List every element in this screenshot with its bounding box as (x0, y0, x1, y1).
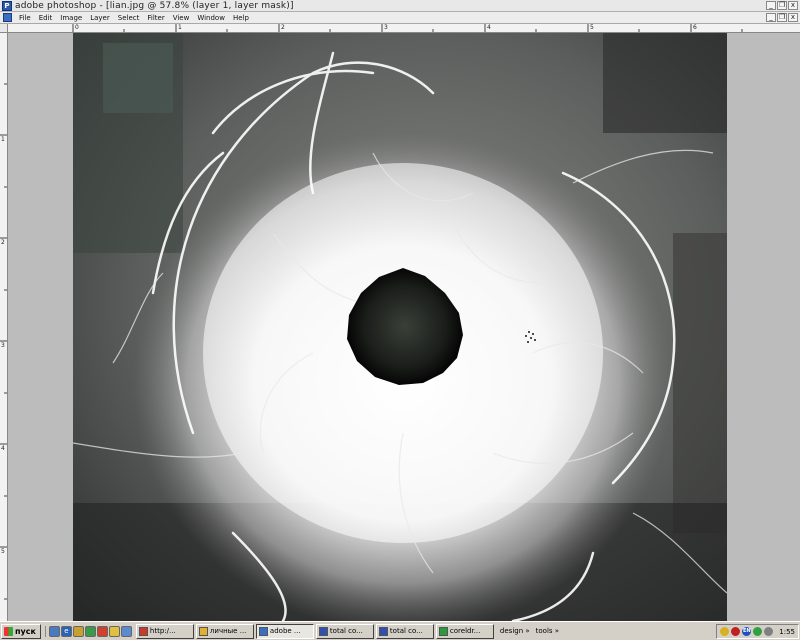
task-label: adobe ... (269, 627, 301, 635)
doc-minimize-button[interactable]: _ (766, 13, 776, 22)
ruler-label-5: 5 (590, 24, 594, 31)
browser-icon (138, 626, 148, 636)
start-label: пуск (15, 626, 36, 636)
task-folder[interactable]: личные ... (195, 623, 254, 639)
vertical-ruler[interactable]: 1 2 3 4 5 (0, 33, 8, 621)
windows-logo-icon (4, 626, 13, 636)
task-total-commander-1[interactable]: total co... (315, 623, 374, 639)
menu-filter[interactable]: Filter (143, 14, 168, 22)
start-button[interactable]: пуск (1, 623, 41, 639)
photoshop-icon (258, 626, 268, 636)
menu-help[interactable]: Help (229, 14, 253, 22)
ruler-label-3: 3 (384, 24, 388, 31)
window-title: adobe photoshop - [lian.jpg @ 57.8% (lay… (15, 0, 294, 11)
network-icon[interactable] (753, 627, 763, 636)
menu-edit[interactable]: Edit (35, 14, 57, 22)
ruler-label-2: 2 (281, 24, 285, 31)
horizontal-ruler-ticks (72, 24, 743, 32)
ruler-label-1: 1 (178, 24, 182, 31)
window-controls: _ ❐ x (766, 1, 798, 10)
task-label: total co... (329, 627, 363, 635)
total-commander-icon (378, 626, 388, 636)
ruler-left-label-5: 5 (1, 548, 5, 555)
document-icon[interactable] (3, 13, 12, 22)
lightning-hole-artwork (73, 33, 727, 621)
explorer-icon[interactable] (120, 625, 132, 637)
task-total-commander-2[interactable]: total co... (375, 623, 434, 639)
total-commander-icon (318, 626, 328, 636)
ruler-label-6: 6 (693, 24, 697, 31)
ie-icon[interactable]: e (60, 625, 72, 637)
design-band[interactable]: design » (500, 627, 530, 635)
close-button[interactable]: x (788, 1, 798, 10)
task-label: total co... (389, 627, 423, 635)
desktop-icon[interactable] (48, 625, 60, 637)
taskbar: пуск e http:/... личные ... adobe ... to… (0, 621, 800, 640)
antivirus-icon[interactable] (731, 627, 741, 636)
quick-launch: e (44, 625, 132, 637)
task-coreldraw[interactable]: coreldr... (435, 623, 494, 639)
task-list: http:/... личные ... adobe ... total co.… (135, 623, 494, 639)
minimize-button[interactable]: _ (766, 1, 776, 10)
ruler-label-4: 4 (487, 24, 491, 31)
folder-icon[interactable] (108, 625, 120, 637)
menu-layer[interactable]: Layer (86, 14, 114, 22)
toolbar-bands: design » tools » (500, 627, 559, 635)
language-icon[interactable]: EN (742, 627, 752, 636)
vertical-ruler-ticks (0, 83, 7, 600)
menu-select[interactable]: Select (114, 14, 144, 22)
document-canvas[interactable] (73, 33, 727, 621)
ruler-label-0: 0 (75, 24, 79, 31)
doc-close-button[interactable]: x (788, 13, 798, 22)
folder-icon (198, 626, 208, 636)
mail-icon[interactable] (72, 625, 84, 637)
ruler-left-label-4: 4 (1, 445, 5, 452)
update-icon[interactable] (720, 627, 730, 636)
ruler-left-label-1: 1 (1, 136, 5, 143)
horizontal-ruler[interactable]: 0 1 2 3 4 5 6 (8, 24, 800, 33)
ruler-left-label-2: 2 (1, 239, 5, 246)
ruler-origin[interactable] (0, 24, 8, 33)
media-icon[interactable] (96, 625, 108, 637)
app-icon[interactable] (84, 625, 96, 637)
document-window-controls: _ ❐ x (766, 13, 798, 22)
task-browser[interactable]: http:/... (135, 623, 194, 639)
system-tray: EN 1:55 (716, 624, 799, 639)
title-bar: P adobe photoshop - [lian.jpg @ 57.8% (l… (0, 0, 800, 12)
photoshop-app-icon[interactable]: P (2, 0, 12, 11)
task-label: http:/... (149, 627, 176, 635)
task-photoshop[interactable]: adobe ... (255, 623, 314, 639)
volume-icon[interactable] (764, 627, 774, 636)
menu-window[interactable]: Window (193, 14, 229, 22)
ruler-left-label-3: 3 (1, 342, 5, 349)
doc-restore-button[interactable]: ❐ (777, 13, 787, 22)
menu-view[interactable]: View (169, 14, 194, 22)
task-label: coreldr... (449, 627, 481, 635)
clock: 1:55 (779, 627, 795, 636)
tools-band[interactable]: tools » (536, 627, 559, 635)
menu-bar: File Edit Image Layer Select Filter View… (0, 12, 800, 24)
coreldraw-icon (438, 626, 448, 636)
menu-image[interactable]: Image (56, 14, 86, 22)
restore-button[interactable]: ❐ (777, 1, 787, 10)
menu-file[interactable]: File (15, 14, 35, 22)
task-label: личные ... (209, 627, 247, 635)
